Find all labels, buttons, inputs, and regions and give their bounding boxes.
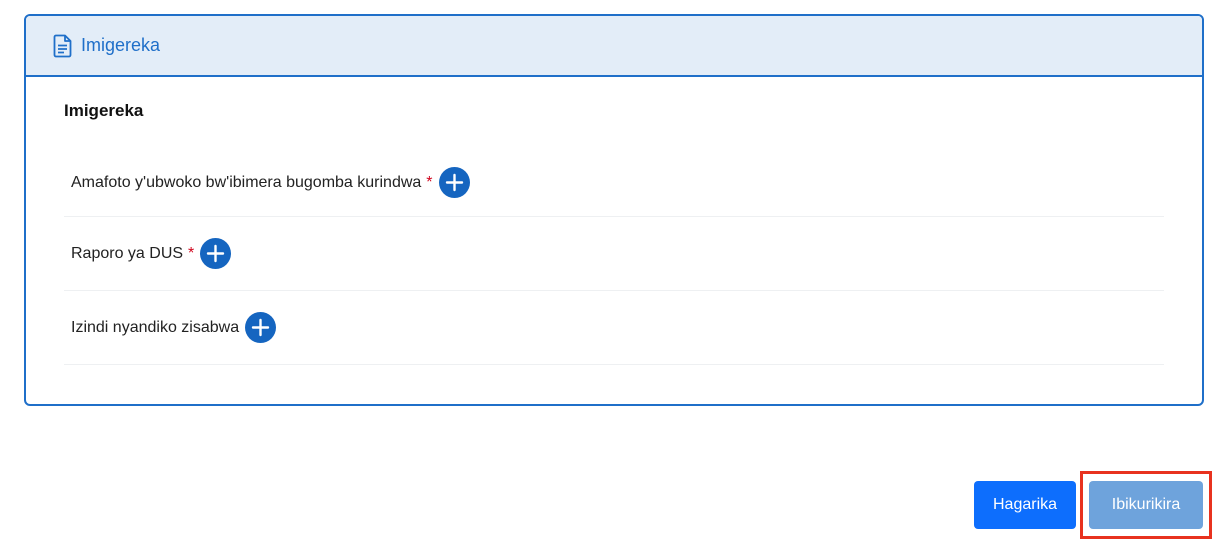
document-row-dus-report: Raporo ya DUS * xyxy=(64,217,1164,291)
document-row-plant-photos: Amafoto y'ubwoko bw'ibimera bugomba kuri… xyxy=(64,149,1164,217)
plus-icon xyxy=(445,173,463,192)
card-header: Imigereka xyxy=(26,16,1202,77)
attachments-card: Imigereka Imigereka Amafoto y'ubwoko bw'… xyxy=(24,14,1204,406)
add-other-documents-button[interactable] xyxy=(245,312,277,343)
document-row-other-documents: Izindi nyandiko zisabwa xyxy=(64,291,1164,365)
next-button[interactable]: Ibikurikira xyxy=(1089,481,1203,529)
document-label: Raporo ya DUS xyxy=(71,244,184,262)
required-asterisk: * xyxy=(188,244,195,262)
document-label: Izindi nyandiko zisabwa xyxy=(71,318,240,336)
cancel-button[interactable]: Hagarika xyxy=(974,481,1076,529)
plus-icon xyxy=(251,318,270,337)
card-body: Imigereka Amafoto y'ubwoko bw'ibimera bu… xyxy=(26,77,1202,365)
card-header-title: Imigereka xyxy=(81,35,161,55)
section-title: Imigereka xyxy=(64,101,144,120)
document-label: Amafoto y'ubwoko bw'ibimera bugomba kuri… xyxy=(71,173,422,191)
add-dus-report-button[interactable] xyxy=(200,238,232,269)
plus-icon xyxy=(207,244,225,263)
document-icon xyxy=(53,34,73,58)
required-asterisk: * xyxy=(426,173,433,191)
add-plant-photos-button[interactable] xyxy=(438,167,470,198)
